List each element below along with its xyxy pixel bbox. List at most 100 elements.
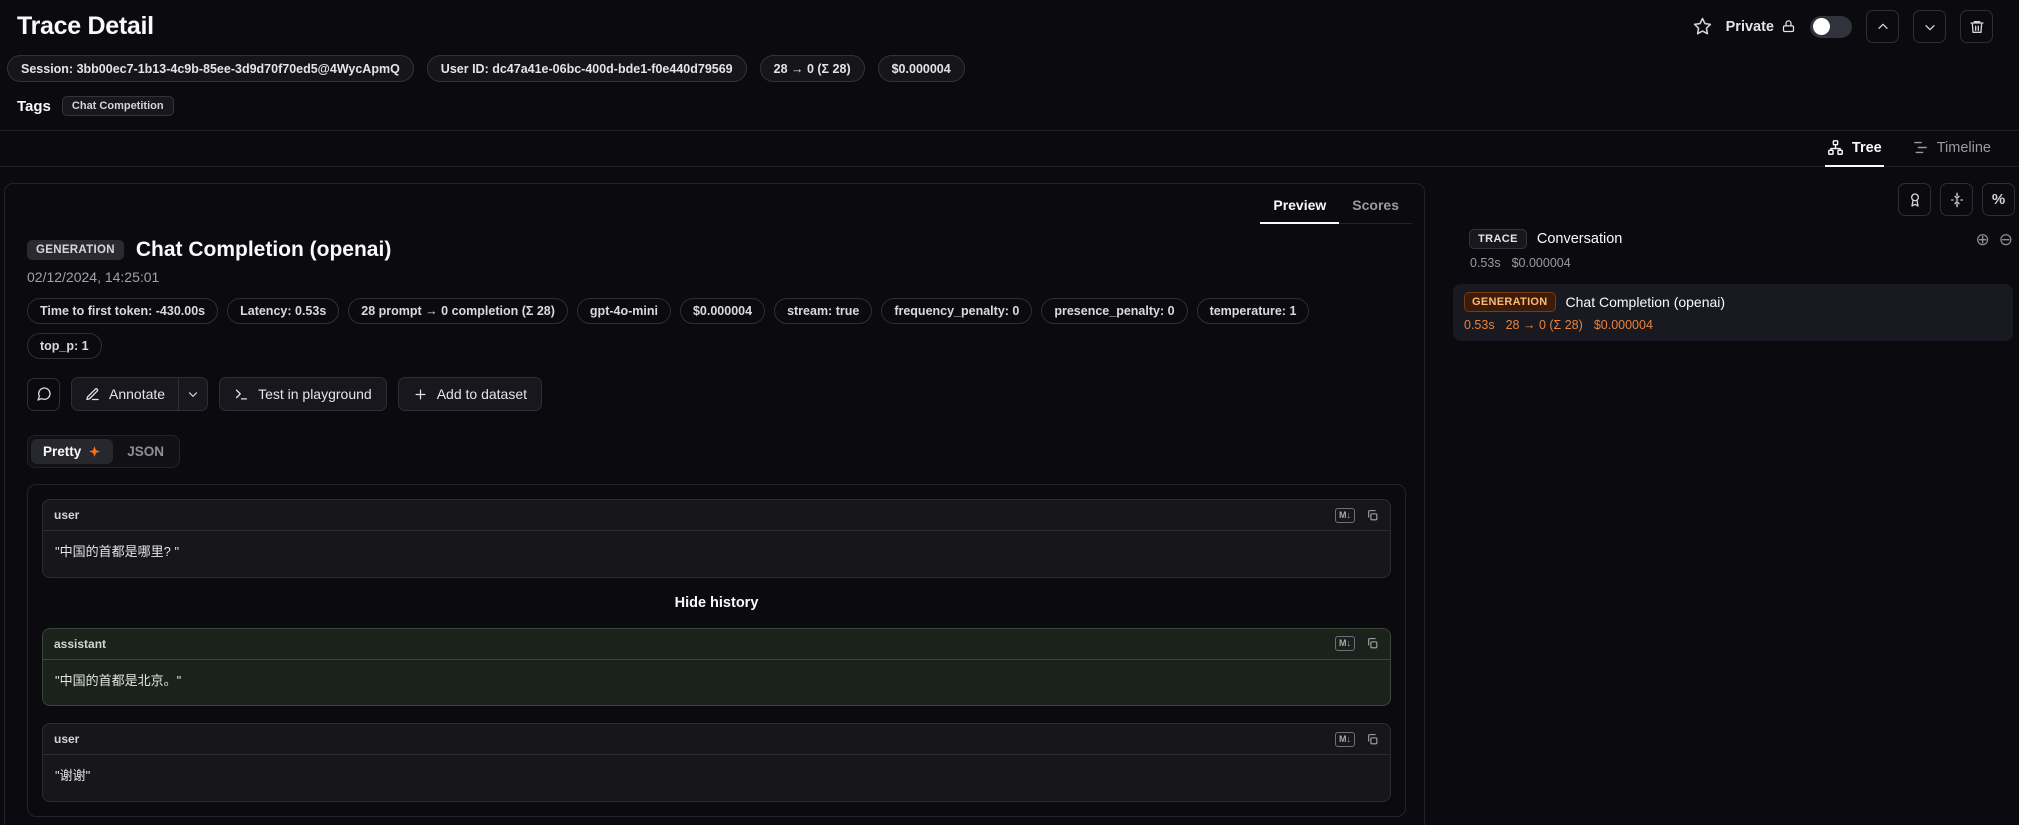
test-in-playground-button[interactable]: Test in playground	[219, 377, 387, 411]
trace-title: Conversation	[1537, 231, 1622, 247]
markdown-icon[interactable]: M↓	[1335, 508, 1355, 523]
token-usage-badge: 28 → 0 (Σ 28)	[760, 55, 865, 82]
comment-button[interactable]	[27, 378, 60, 411]
privacy-label: Private	[1726, 19, 1774, 35]
tab-timeline-label: Timeline	[1937, 140, 1991, 156]
tab-timeline[interactable]: Timeline	[1910, 131, 1993, 167]
trace-detail-page: Trace Detail Private	[0, 0, 2019, 825]
timeline-icon	[1912, 139, 1929, 156]
scores-display-button[interactable]	[1898, 183, 1931, 216]
session-badge[interactable]: Session: 3bb00ec7-1b13-4c9b-85ee-3d9d70f…	[7, 55, 414, 82]
message-role: user	[54, 508, 79, 522]
message-tools: M↓	[1335, 508, 1379, 523]
metric-badge-ttft: Time to first token: -430.00s	[27, 298, 218, 324]
format-tab-json[interactable]: JSON	[115, 439, 176, 464]
node-title: Chat Completion (openai)	[1566, 294, 1726, 310]
observation-title: Chat Completion (openai)	[136, 238, 392, 262]
metric-badge-cost: $0.000004	[680, 298, 765, 324]
top-bar-actions: Private	[1693, 10, 1993, 43]
node-tokens: 28 → 0 (Σ 28)	[1506, 318, 1583, 332]
top-bar: Trace Detail Private	[0, 0, 2019, 47]
message-block-user-1: user M↓ "中国的首都是哪里? "	[42, 499, 1391, 578]
observation-timestamp: 02/12/2024, 14:25:01	[27, 269, 1406, 285]
speech-bubble-icon	[36, 386, 52, 402]
trace-root-row[interactable]: TRACE Conversation ⊕ ⊖	[1469, 229, 2013, 249]
observation-actions: Annotate Test in playground	[27, 377, 1406, 411]
node-latency: 0.53s	[1464, 318, 1495, 332]
tree-toolbar: %	[1443, 183, 2015, 216]
delete-trace-button[interactable]	[1960, 10, 1993, 43]
format-pretty-label: Pretty	[43, 444, 81, 459]
view-switcher: Tree Timeline	[0, 131, 2019, 167]
metric-badge-tokens: 28 prompt → 0 completion (Σ 28)	[348, 298, 568, 324]
user-id-badge[interactable]: User ID: dc47a41e-06bc-400d-bde1-f0e440d…	[427, 55, 747, 82]
annotate-split-button: Annotate	[71, 377, 208, 411]
copy-icon[interactable]	[1366, 637, 1379, 650]
tab-tree-label: Tree	[1852, 140, 1882, 156]
chevron-down-icon	[186, 387, 200, 401]
annotate-dropdown-button[interactable]	[178, 378, 207, 410]
message-content: "中国的首都是北京。"	[43, 660, 1390, 706]
param-badge-temperature: temperature: 1	[1197, 298, 1310, 324]
tag-chip[interactable]: Chat Competition	[62, 96, 174, 116]
award-icon	[1907, 192, 1923, 208]
observation-badges-row-2: top_p: 1	[27, 333, 1406, 359]
message-content: "中国的首都是哪里? "	[43, 531, 1390, 577]
metric-badge-model[interactable]: gpt-4o-mini	[577, 298, 671, 324]
observation-title-row: GENERATION Chat Completion (openai)	[27, 238, 1406, 262]
markdown-icon[interactable]: M↓	[1335, 732, 1355, 747]
playground-label: Test in playground	[258, 386, 372, 402]
previous-trace-button[interactable]	[1866, 10, 1899, 43]
copy-icon[interactable]	[1366, 733, 1379, 746]
next-trace-button[interactable]	[1913, 10, 1946, 43]
hide-history-button[interactable]: Hide history	[42, 595, 1391, 611]
observation-tabs: Preview Scores	[5, 184, 1424, 224]
metrics-display-button[interactable]: %	[1982, 183, 2015, 216]
collapse-tree-icon[interactable]: ⊖	[1999, 231, 2013, 248]
param-badge-frequency-penalty: frequency_penalty: 0	[881, 298, 1032, 324]
star-icon[interactable]	[1693, 17, 1712, 36]
tags-label: Tags	[17, 98, 51, 115]
format-tab-pretty[interactable]: Pretty	[31, 439, 113, 464]
copy-icon[interactable]	[1366, 509, 1379, 522]
markdown-icon[interactable]: M↓	[1335, 636, 1355, 651]
tags-row: Tags Chat Competition	[0, 94, 2019, 131]
tree-node-generation[interactable]: GENERATION Chat Completion (openai) 0.53…	[1453, 284, 2013, 341]
pen-icon	[85, 387, 100, 402]
add-to-dataset-label: Add to dataset	[437, 386, 527, 402]
format-json-label: JSON	[127, 444, 164, 459]
collapse-all-button[interactable]	[1940, 183, 1973, 216]
tab-tree[interactable]: Tree	[1825, 131, 1884, 167]
messages-container: user M↓ "中国的首都是哪里? " Hide history	[27, 484, 1406, 817]
annotate-button[interactable]: Annotate	[72, 378, 178, 410]
expand-all-icon[interactable]: ⊕	[1976, 231, 1990, 248]
observation-body: GENERATION Chat Completion (openai) 02/1…	[5, 224, 1424, 817]
observation-detail-card: Preview Scores GENERATION Chat Completio…	[4, 183, 1425, 825]
message-header: assistant M↓	[43, 629, 1390, 660]
message-header: user M↓	[43, 500, 1390, 531]
public-sharing-toggle[interactable]	[1810, 16, 1852, 38]
add-to-dataset-button[interactable]: Add to dataset	[398, 377, 542, 411]
trace-type-badge: TRACE	[1469, 229, 1527, 249]
tab-scores[interactable]: Scores	[1339, 190, 1412, 224]
message-block-user-2: user M↓ "谢谢"	[42, 723, 1391, 802]
trace-latency: 0.53s	[1470, 256, 1501, 270]
node-cost: $0.000004	[1594, 318, 1653, 332]
observation-type-badge: GENERATION	[27, 240, 124, 260]
trace-meta-row: Session: 3bb00ec7-1b13-4c9b-85ee-3d9d70f…	[0, 47, 2019, 94]
message-role: assistant	[54, 637, 106, 651]
cost-badge: $0.000004	[878, 55, 965, 82]
sparkle-icon	[88, 445, 101, 458]
terminal-icon	[234, 387, 249, 402]
fold-vertical-icon	[1949, 192, 1965, 208]
page-title: Trace Detail	[17, 12, 154, 41]
trace-tree-panel: % TRACE Conversation ⊕ ⊖ 0.53s $0.000004…	[1443, 183, 2017, 341]
message-tools: M↓	[1335, 636, 1379, 651]
tab-preview[interactable]: Preview	[1260, 190, 1339, 224]
tree-icon	[1827, 139, 1844, 156]
percent-icon: %	[1992, 191, 2005, 208]
param-badge-top-p: top_p: 1	[27, 333, 102, 359]
format-toggle: Pretty JSON	[27, 435, 180, 468]
message-content: "谢谢"	[43, 755, 1390, 801]
trace-metrics: 0.53s $0.000004	[1470, 256, 2017, 270]
